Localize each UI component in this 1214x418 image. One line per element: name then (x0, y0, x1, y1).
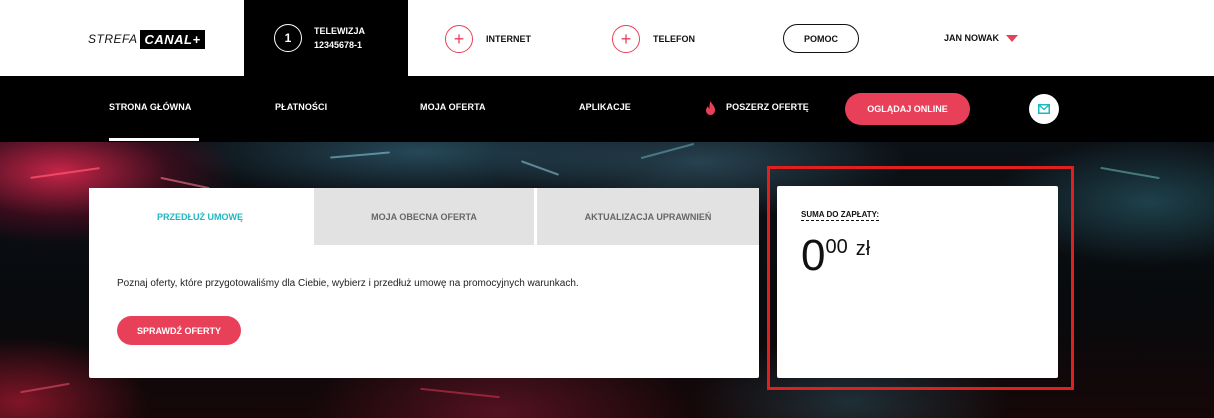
amount-currency: zł (855, 238, 871, 260)
mail-icon (1038, 104, 1050, 114)
tab-current-offer[interactable]: MOJA OBECNA OFERTA (314, 188, 534, 245)
account-tab-television[interactable]: 1 TELEWIZJA 12345678-1 (244, 0, 408, 76)
amount-due-value: 0 00 zł (801, 234, 870, 278)
account-label: TELEWIZJA 12345678-1 (314, 24, 365, 52)
decor-streak (330, 151, 390, 159)
decor-streak (420, 387, 500, 399)
watch-online-button[interactable]: OGLĄDAJ ONLINE (845, 93, 970, 125)
add-phone-button[interactable]: + TELEFON (612, 24, 695, 54)
amount-integer: 0 (801, 231, 826, 280)
top-bar: STREFA CANAL+ 1 TELEWIZJA 12345678-1 + I… (0, 0, 1214, 76)
decor-streak (640, 142, 695, 160)
nav-item-extend-offer[interactable]: POSZERZ OFERTĘ (726, 102, 809, 112)
fire-icon (706, 101, 715, 115)
caret-down-icon (1006, 34, 1019, 42)
tab-extend-contract[interactable]: PRZEDŁUŻ UMOWĘ (89, 188, 311, 245)
account-id: 12345678-1 (314, 40, 363, 50)
help-button[interactable]: POMOC (783, 24, 859, 53)
main-nav: STRONA GŁÓWNA PŁATNOŚCI MOJA OFERTA APLI… (0, 76, 1214, 142)
user-menu[interactable]: JAN NOWAK (944, 33, 1019, 43)
user-name: JAN NOWAK (944, 33, 1000, 43)
check-offers-button[interactable]: SPRAWDŹ OFERTY (117, 316, 241, 345)
payment-summary-card: SUMA DO ZAPŁATY: 0 00 zł (777, 186, 1058, 378)
add-internet-button[interactable]: + INTERNET (445, 24, 531, 54)
tab-permissions-update[interactable]: AKTUALIZACJA UPRAWNIEŃ (537, 188, 759, 245)
nav-item-my-offer[interactable]: MOJA OFERTA (420, 102, 486, 112)
decor-streak (30, 167, 100, 179)
plus-circle-icon: + (612, 25, 640, 53)
contract-card: PRZEDŁUŻ UMOWĘ MOJA OBECNA OFERTA AKTUAL… (89, 188, 759, 378)
strefa-canal-logo[interactable]: STREFA CANAL+ (88, 29, 205, 49)
decor-streak (20, 382, 70, 394)
nav-item-apps[interactable]: APLIKACJE (579, 102, 631, 112)
account-service: TELEWIZJA (314, 26, 365, 36)
account-number-badge: 1 (274, 24, 302, 52)
offer-description: Poznaj oferty, które przygotowaliśmy dla… (117, 278, 579, 289)
logo-prefix: STREFA (88, 32, 138, 46)
phone-label: TELEFON (653, 34, 695, 44)
nav-item-payments[interactable]: PŁATNOŚCI (275, 102, 327, 112)
plus-circle-icon: + (445, 25, 473, 53)
amount-due-label: SUMA DO ZAPŁATY: (801, 210, 880, 221)
nav-item-home[interactable]: STRONA GŁÓWNA (109, 102, 191, 112)
logo-brand: CANAL+ (140, 29, 205, 49)
decor-streak (520, 160, 560, 176)
internet-label: INTERNET (486, 34, 531, 44)
amount-decimal: 00 (825, 236, 848, 258)
nav-active-indicator (109, 138, 199, 141)
mail-button[interactable] (1029, 94, 1059, 124)
decor-streak (1100, 166, 1160, 180)
